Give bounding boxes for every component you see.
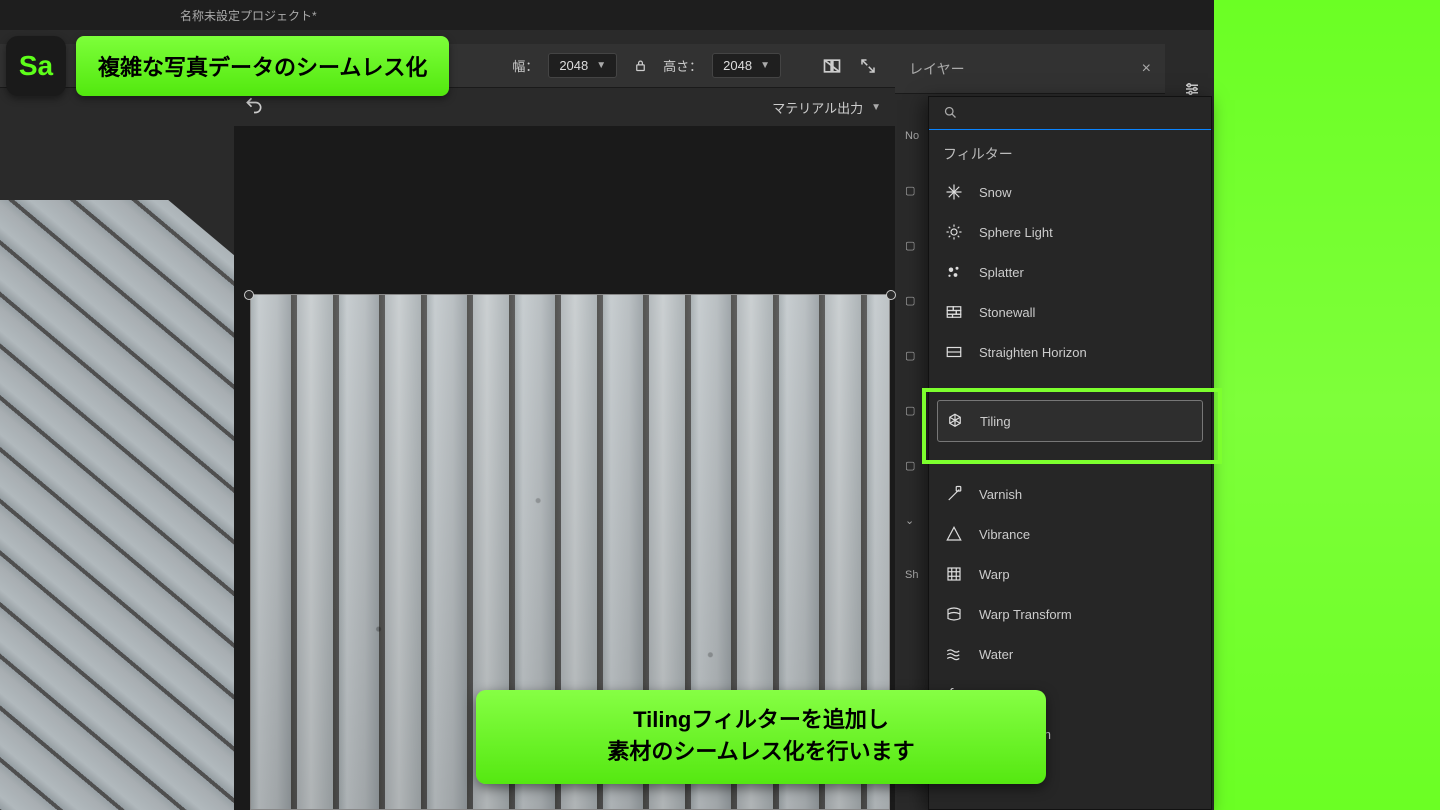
top-caption-bubble: 複雑な写真データのシームレス化 bbox=[76, 36, 449, 96]
layers-title: レイヤー bbox=[909, 59, 965, 79]
filter-item-label: Water bbox=[979, 647, 1013, 662]
straighten-icon bbox=[943, 341, 965, 363]
warp-transform-icon bbox=[943, 603, 965, 625]
filter-item-label: Warp Transform bbox=[979, 607, 1072, 622]
filter-item-label: Tiling bbox=[980, 414, 1011, 429]
filter-item-label: Straighten Horizon bbox=[979, 345, 1087, 360]
undo-icon[interactable] bbox=[244, 95, 264, 120]
project-title: 名称未設定プロジェクト* bbox=[180, 7, 317, 24]
width-select[interactable]: 2048 ▼ bbox=[548, 53, 617, 78]
titlebar: 名称未設定プロジェクト* bbox=[0, 0, 1214, 30]
viewport-3d-preview[interactable] bbox=[0, 200, 245, 810]
peek-icon: ▢ bbox=[905, 404, 929, 417]
peek-label: No bbox=[905, 130, 929, 142]
width-value: 2048 bbox=[559, 58, 588, 73]
filter-item-warp-transform[interactable]: Warp Transform bbox=[929, 594, 1211, 634]
chevron-down-icon: ⌄ bbox=[905, 514, 929, 527]
peek-icon: ▢ bbox=[905, 349, 929, 362]
filter-item-water[interactable]: Water bbox=[929, 634, 1211, 674]
varnish-icon bbox=[943, 483, 965, 505]
filter-item-label: Snow bbox=[979, 185, 1012, 200]
application-window: 名称未設定プロジェクト* 幅： 2048 ▼ 高さ： 2048 ▼ マテリアル出… bbox=[0, 0, 1214, 810]
transform-handle[interactable] bbox=[244, 290, 254, 300]
peek-icon: ▢ bbox=[905, 459, 929, 472]
filter-item-snow[interactable]: Snow bbox=[929, 172, 1211, 212]
lock-icon[interactable] bbox=[627, 53, 653, 79]
transform-handle[interactable] bbox=[886, 290, 896, 300]
filter-item-stonewall[interactable]: Stonewall bbox=[929, 292, 1211, 332]
filter-item-label: Splatter bbox=[979, 265, 1024, 280]
material-output-label: マテリアル出力 bbox=[772, 98, 863, 117]
chevron-down-icon: ▼ bbox=[871, 102, 881, 113]
wood-planks-texture-3d bbox=[0, 200, 245, 810]
filter-item-label: Sphere Light bbox=[979, 225, 1053, 240]
panel-peek-strip: No ▢ ▢ ▢ ▢ ▢ ▢ ⌄ Sh bbox=[905, 130, 929, 581]
compare-icon[interactable] bbox=[819, 53, 845, 79]
filter-item-label: Warp bbox=[979, 567, 1010, 582]
app-logo-badge: Sa bbox=[6, 36, 66, 96]
top-caption-text: 複雑な写真データのシームレス化 bbox=[98, 55, 427, 80]
filter-item-sphere-light[interactable]: Sphere Light bbox=[929, 212, 1211, 252]
peek-icon: ▢ bbox=[905, 239, 929, 252]
filter-item-tiling[interactable]: Tiling bbox=[937, 400, 1203, 442]
bottom-caption-line2: 素材のシームレス化を行います bbox=[498, 736, 1024, 768]
bottom-caption-line1: Tilingフィルターを追加し bbox=[498, 704, 1024, 736]
peek-label: Sh bbox=[905, 569, 929, 581]
sphere-light-icon bbox=[943, 221, 965, 243]
filter-item-vibrance[interactable]: Vibrance bbox=[929, 514, 1211, 554]
peek-icon: ▢ bbox=[905, 184, 929, 197]
fullscreen-icon[interactable] bbox=[855, 53, 881, 79]
chevron-down-icon: ▼ bbox=[760, 60, 770, 71]
bottom-caption-bubble: Tilingフィルターを追加し 素材のシームレス化を行います bbox=[476, 690, 1046, 784]
material-output-dropdown[interactable]: マテリアル出力 ▼ bbox=[772, 98, 881, 117]
chevron-down-icon: ▼ bbox=[596, 60, 606, 71]
filter-item-label: Varnish bbox=[979, 487, 1022, 502]
stonewall-icon bbox=[943, 301, 965, 323]
height-label: 高さ： bbox=[663, 56, 702, 75]
filter-item-straighten[interactable]: Straighten Horizon bbox=[929, 332, 1211, 372]
filter-list: Snow Sphere Light Splatter Stonewall Straigh… bbox=[929, 170, 1211, 756]
width-label: 幅： bbox=[512, 56, 538, 75]
height-select[interactable]: 2048 ▼ bbox=[712, 53, 781, 78]
peek-icon: ▢ bbox=[905, 294, 929, 307]
search-icon[interactable] bbox=[943, 107, 958, 123]
filter-item-splatter[interactable]: Splatter bbox=[929, 252, 1211, 292]
close-icon[interactable]: × bbox=[1142, 60, 1151, 78]
tiling-icon bbox=[944, 410, 966, 432]
warp-icon bbox=[943, 563, 965, 585]
snow-icon bbox=[943, 181, 965, 203]
filter-item-label: Stonewall bbox=[979, 305, 1035, 320]
vibrance-icon bbox=[943, 523, 965, 545]
filter-item-label: Vibrance bbox=[979, 527, 1030, 542]
height-value: 2048 bbox=[723, 58, 752, 73]
filter-search-row bbox=[929, 97, 1211, 130]
splatter-icon bbox=[943, 261, 965, 283]
water-icon bbox=[943, 643, 965, 665]
video-background-strip bbox=[1214, 0, 1440, 810]
filter-section-header: フィルター bbox=[929, 130, 1211, 170]
filter-item-warp[interactable]: Warp bbox=[929, 554, 1211, 594]
filter-item-varnish[interactable]: Varnish bbox=[929, 474, 1211, 514]
app-logo-text: Sa bbox=[19, 50, 53, 82]
layers-panel-header: レイヤー × bbox=[895, 44, 1165, 94]
top-annotation: Sa 複雑な写真データのシームレス化 bbox=[6, 36, 449, 96]
